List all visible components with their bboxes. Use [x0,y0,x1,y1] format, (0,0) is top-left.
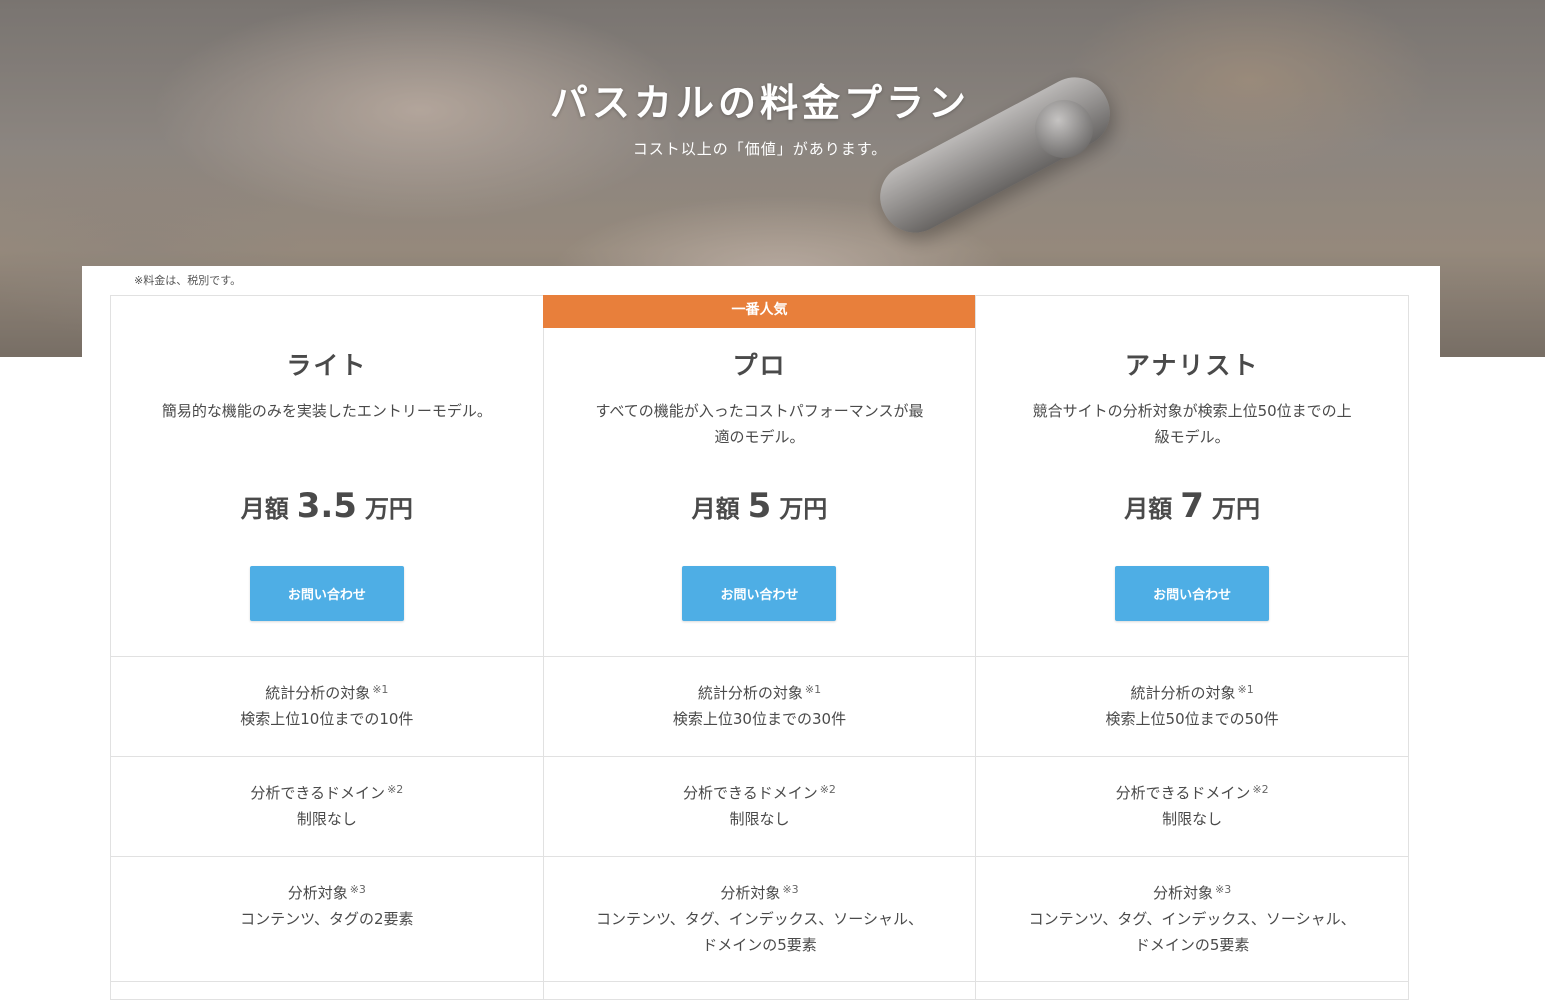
feature-title: 分析対象 ※3 [590,880,930,906]
feature-title: 統計分析の対象 ※1 [157,680,497,706]
price-unit: 万円 [1211,495,1260,523]
feature-value: 検索上位30位までの30件 [672,710,847,728]
plan-price: 月額 7 万円 [976,486,1408,526]
popular-badge: 一番人気 [542,295,977,328]
feature-note: ※2 [387,783,404,796]
plan-description: 簡易的な機能のみを実装したエントリーモデル。 [161,402,492,420]
feature-domains: 分析できるドメイン ※2 制限なし [111,757,543,857]
feature-value: 制限なし [296,810,357,828]
tax-note: ※料金は、税別です。 [134,274,242,287]
feature-value: コンテンツ、タグの2要素 [240,910,414,928]
feature-title: 分析対象 ※3 [1022,880,1362,906]
plan-header: 一番人気 プロ すべての機能が入ったコストパフォーマンスが最適のモデル。 月額 5… [542,295,977,657]
feature-title: 分析対象 ※3 [157,880,497,906]
contact-button[interactable]: お問い合わせ [682,566,837,621]
feature-title: 分析できるドメイン ※2 [1022,780,1362,806]
feature-title: 分析できるドメイン ※2 [157,780,497,806]
feature-domains: 分析できるドメイン ※2 制限なし [543,757,976,857]
feature-note: ※3 [349,883,366,896]
feature-title-text: 統計分析の対象 [697,684,803,702]
feature-title-text: 統計分析の対象 [265,684,371,702]
feature-title-text: 分析対象 [287,884,348,902]
feature-note: ※2 [1252,783,1269,796]
price-amount: 5 [747,486,772,526]
plan-name: ライト [286,351,368,380]
feature-title-text: 統計分析の対象 [1130,684,1236,702]
feature-elements: 分析対象 ※3 コンテンツ、タグ、インデックス、ソーシャル、ドメインの5要素 [976,857,1408,982]
feature-note: ※3 [782,883,799,896]
feature-title-text: 分析対象 [1153,884,1214,902]
price-unit: 万円 [779,495,828,523]
price-amount: 7 [1180,486,1204,526]
pricing-table: ライト 簡易的な機能のみを実装したエントリーモデル。 月額 3.5 万円 お問い合わ… [110,295,1411,1000]
contact-button[interactable]: お問い合わせ [249,566,404,621]
feature-title-text: 分析できるドメイン [250,784,386,802]
plan-price: 月額 5 万円 [544,486,976,526]
feature-elements: 分析対象 ※3 コンテンツ、タグの2要素 [111,857,543,982]
price-label: 月額 [691,495,740,523]
feature-title-text: 分析対象 [720,884,781,902]
price-unit: 万円 [364,495,413,523]
feature-title: 分析できるドメイン ※2 [590,780,930,806]
feature-note: ※1 [804,683,822,696]
feature-analysis-target: 統計分析の対象 ※1 検索上位30位までの30件 [543,657,976,757]
price-label: 月額 [1124,495,1173,523]
feature-analysis-target: 統計分析の対象 ※1 検索上位10位までの10件 [111,657,543,757]
plan-card-analyst: アナリスト 競合サイトの分析対象が検索上位50位までの上級モデル。 月額 7 万円 … [975,295,1409,1000]
plan-description: 競合サイトの分析対象が検索上位50位までの上級モデル。 [1032,402,1352,446]
feature-title-text: 分析できるドメイン [1115,784,1251,802]
feature-title: 統計分析の対象 ※1 [1022,680,1362,706]
plan-price: 月額 3.5 万円 [111,486,543,526]
feature-value: 制限なし [1162,810,1223,828]
contact-button[interactable]: お問い合わせ [1115,566,1270,621]
feature-note: ※2 [819,783,836,796]
price-label: 月額 [240,495,289,523]
feature-analysis-target: 統計分析の対象 ※1 検索上位50位までの50件 [976,657,1408,757]
plan-description: すべての機能が入ったコストパフォーマンスが最適のモデル。 [595,402,924,446]
feature-domains: 分析できるドメイン ※2 制限なし [976,757,1408,857]
feature-value: 制限なし [729,810,790,828]
feature-value: 検索上位50位までの50件 [1105,710,1279,728]
feature-elements: 分析対象 ※3 コンテンツ、タグ、インデックス、ソーシャル、ドメインの5要素 [543,857,976,982]
feature-value: コンテンツ、タグ、インデックス、ソーシャル、ドメインの5要素 [595,910,923,954]
price-amount: 3.5 [296,486,357,526]
feature-note: ※1 [372,683,389,696]
feature-note: ※3 [1215,883,1232,896]
feature-title-text: 分析できるドメイン [683,784,818,802]
plan-name: プロ [732,351,787,380]
feature-value: コンテンツ、タグ、インデックス、ソーシャル、ドメインの5要素 [1028,910,1356,954]
plan-header: アナリスト 競合サイトの分析対象が検索上位50位までの上級モデル。 月額 7 万円 … [976,296,1408,657]
plan-header: ライト 簡易的な機能のみを実装したエントリーモデル。 月額 3.5 万円 お問い合わ… [111,296,543,657]
plan-card-pro: 一番人気 プロ すべての機能が入ったコストパフォーマンスが最適のモデル。 月額 5… [542,295,977,1000]
feature-note: ※1 [1237,683,1254,696]
feature-title: 統計分析の対象 ※1 [590,680,930,706]
page-subtitle: コスト以上の「価値」があります。 [632,140,888,158]
plan-card-light: ライト 簡易的な機能のみを実装したエントリーモデル。 月額 3.5 万円 お問い合わ… [110,295,544,1000]
plan-name: アナリスト [1124,351,1260,380]
page-title: パスカルの料金プラン [549,81,970,125]
feature-value: 検索上位10位までの10件 [240,710,414,728]
